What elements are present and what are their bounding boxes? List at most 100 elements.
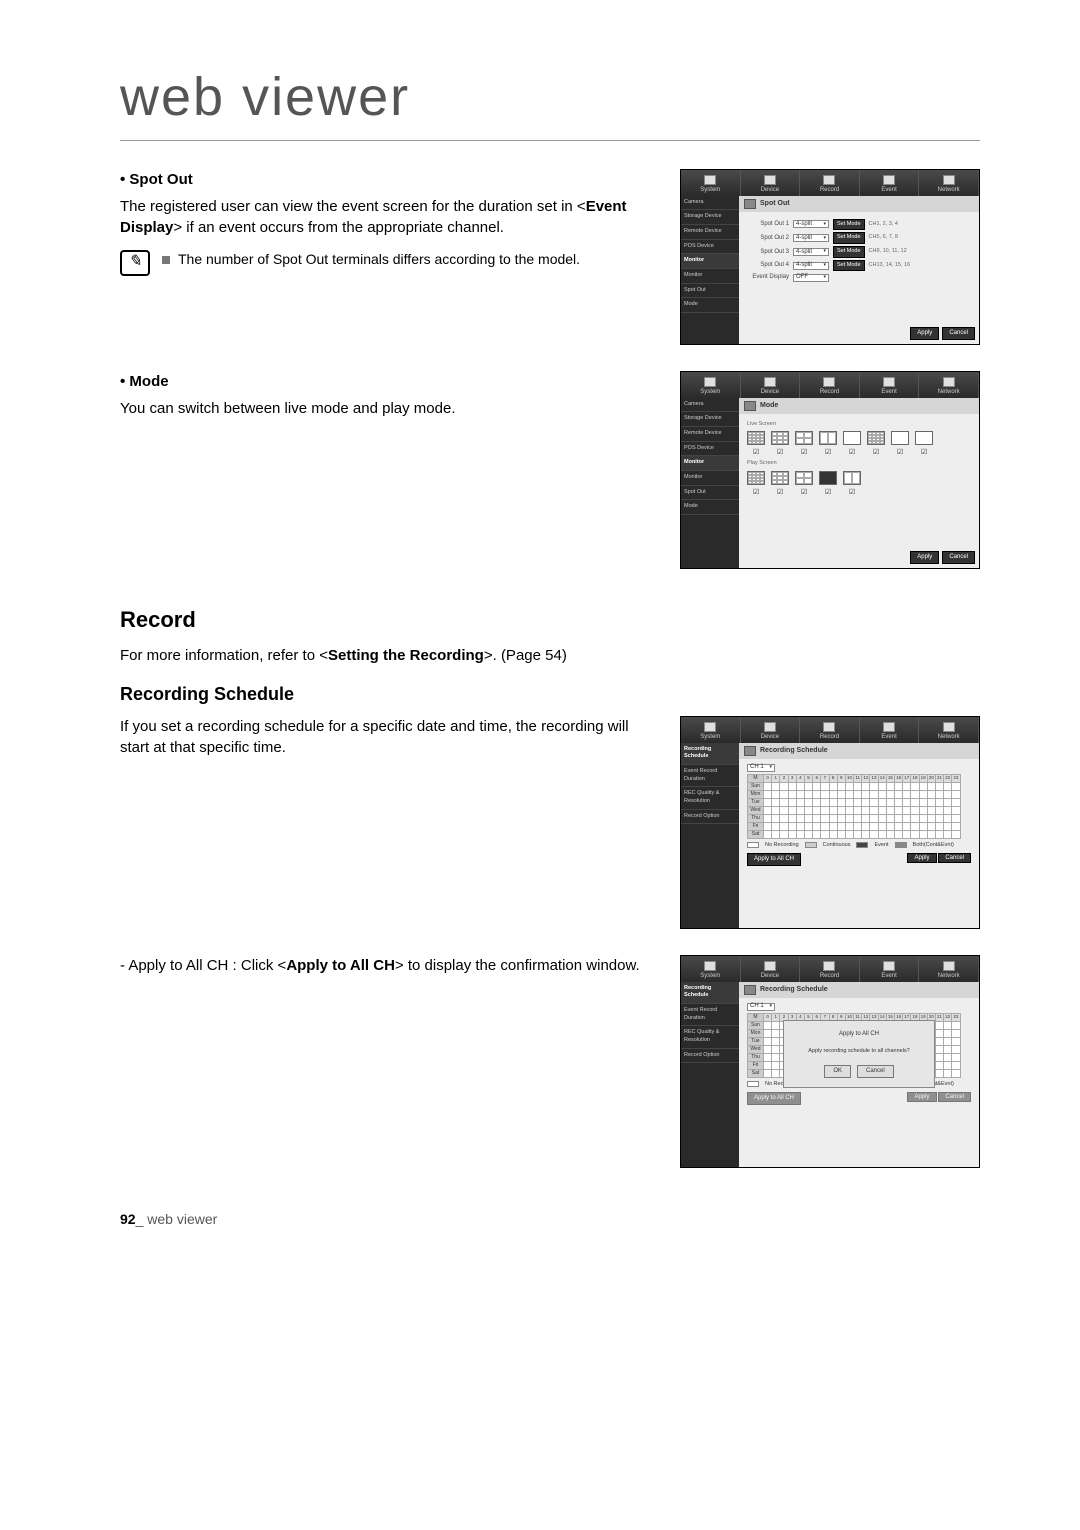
- tab-system[interactable]: System: [681, 372, 741, 398]
- checkbox[interactable]: ☑: [819, 448, 837, 458]
- tab-event[interactable]: Event: [860, 372, 920, 398]
- grid-pip-icon[interactable]: [891, 431, 909, 445]
- tab-event[interactable]: Event: [860, 717, 920, 743]
- select-split[interactable]: 4-split▾: [793, 248, 829, 256]
- sidebar-item-camera[interactable]: Camera: [681, 398, 739, 413]
- grid-2x2-icon[interactable]: [795, 431, 813, 445]
- checkbox[interactable]: ☑: [795, 448, 813, 458]
- sidebar-item-monitor[interactable]: Monitor: [681, 254, 739, 269]
- swatch-event: [856, 842, 868, 848]
- tab-record[interactable]: Record: [800, 372, 860, 398]
- select-split[interactable]: 4-split▾: [793, 234, 829, 242]
- set-mode-button[interactable]: Set Mode: [833, 246, 865, 258]
- checkbox[interactable]: ☑: [915, 448, 933, 458]
- set-mode-button[interactable]: Set Mode: [833, 219, 865, 231]
- sidebar-item-camera[interactable]: Camera: [681, 196, 739, 211]
- tab-network[interactable]: Network: [919, 956, 979, 982]
- tab-bar: System Device Record Event Network: [681, 372, 979, 398]
- tab-network[interactable]: Network: [919, 170, 979, 196]
- sidebar-item-monitor[interactable]: Monitor: [681, 456, 739, 471]
- text: > if an event occurs from the appropriat…: [173, 219, 504, 236]
- sidebar-item-event-duration[interactable]: Event Record Duration: [681, 1004, 739, 1026]
- event-icon: [883, 961, 895, 971]
- channel-selector: CH 1▾: [747, 764, 971, 772]
- tab-event[interactable]: Event: [860, 956, 920, 982]
- sidebar-item-record-option[interactable]: Record Option: [681, 1049, 739, 1064]
- grid-1-icon[interactable]: [843, 431, 861, 445]
- tab-record[interactable]: Record: [800, 956, 860, 982]
- checkbox[interactable]: ☑: [747, 448, 765, 458]
- ok-button[interactable]: OK: [824, 1065, 851, 1077]
- tab-record[interactable]: Record: [800, 717, 860, 743]
- channels-text: CH13, 14, 15, 16: [869, 262, 911, 270]
- sidebar-item-pos[interactable]: POS Device: [681, 442, 739, 457]
- checkbox[interactable]: ☑: [843, 488, 861, 498]
- tab-device[interactable]: Device: [741, 372, 801, 398]
- sidebar-item-storage[interactable]: Storage Device: [681, 412, 739, 427]
- sidebar-item-quality[interactable]: REC Quality & Resolution: [681, 787, 739, 809]
- cancel-button[interactable]: Cancel: [942, 551, 975, 563]
- tab-system[interactable]: System: [681, 956, 741, 982]
- apply-button[interactable]: Apply: [910, 551, 939, 563]
- dialog-message: Apply recording schedule to all channels…: [808, 1048, 910, 1056]
- checkbox[interactable]: ☑: [747, 488, 765, 498]
- grid-1-icon[interactable]: [819, 471, 837, 485]
- sidebar-item-spotout[interactable]: Spot Out: [681, 284, 739, 299]
- grid-seq-icon[interactable]: [915, 431, 933, 445]
- tab-event[interactable]: Event: [860, 170, 920, 196]
- sidebar: Recording Schedule Event Record Duration…: [681, 743, 739, 928]
- grid-mix-icon[interactable]: [867, 431, 885, 445]
- sidebar-item-mode[interactable]: Mode: [681, 500, 739, 515]
- select-event-display[interactable]: OFF▾: [793, 274, 829, 282]
- cancel-button[interactable]: Cancel: [857, 1065, 894, 1077]
- grid-1x2-icon[interactable]: [819, 431, 837, 445]
- checkbox[interactable]: ☑: [867, 448, 885, 458]
- grid-2x2-icon[interactable]: [795, 471, 813, 485]
- apply-button[interactable]: Apply: [910, 327, 939, 339]
- tab-network[interactable]: Network: [919, 717, 979, 743]
- schedule-grid[interactable]: M01234567891011121314151617181920212223S…: [747, 774, 961, 839]
- checkbox[interactable]: ☑: [771, 488, 789, 498]
- tab-system[interactable]: System: [681, 717, 741, 743]
- apply-all-button[interactable]: Apply to All CH: [747, 853, 801, 865]
- cancel-button[interactable]: Cancel: [942, 327, 975, 339]
- sidebar-item-storage[interactable]: Storage Device: [681, 210, 739, 225]
- select-split[interactable]: 4-split▾: [793, 220, 829, 228]
- tab-device[interactable]: Device: [741, 956, 801, 982]
- checkbox[interactable]: ☑: [771, 448, 789, 458]
- select-split[interactable]: 4-split▾: [793, 262, 829, 270]
- tab-system[interactable]: System: [681, 170, 741, 196]
- sidebar-item-quality[interactable]: REC Quality & Resolution: [681, 1026, 739, 1048]
- apply-button[interactable]: Apply: [907, 853, 936, 863]
- sidebar-item-schedule[interactable]: Recording Schedule: [681, 743, 739, 765]
- grid-4x4-icon[interactable]: [747, 471, 765, 485]
- system-icon: [704, 377, 716, 387]
- cancel-button[interactable]: Cancel: [938, 853, 971, 863]
- checkbox[interactable]: ☑: [891, 448, 909, 458]
- grid-1x2-icon[interactable]: [843, 471, 861, 485]
- sidebar-item-pos[interactable]: POS Device: [681, 240, 739, 255]
- sidebar-item-spotout[interactable]: Spot Out: [681, 486, 739, 501]
- checkbox[interactable]: ☑: [795, 488, 813, 498]
- sidebar-item-monitor2[interactable]: Monitor: [681, 471, 739, 486]
- grid-3x3-icon[interactable]: [771, 431, 789, 445]
- grid-4x4-icon[interactable]: [747, 431, 765, 445]
- grid-3x3-icon[interactable]: [771, 471, 789, 485]
- sidebar-item-schedule[interactable]: Recording Schedule: [681, 982, 739, 1004]
- sidebar-item-record-option[interactable]: Record Option: [681, 810, 739, 825]
- sidebar-item-remote[interactable]: Remote Device: [681, 427, 739, 442]
- sidebar-item-event-duration[interactable]: Event Record Duration: [681, 765, 739, 787]
- checkbox[interactable]: ☑: [843, 448, 861, 458]
- channel-select[interactable]: CH 1▾: [747, 764, 775, 772]
- sidebar-item-remote[interactable]: Remote Device: [681, 225, 739, 240]
- checkbox[interactable]: ☑: [819, 488, 837, 498]
- sidebar-item-mode[interactable]: Mode: [681, 298, 739, 313]
- tab-device[interactable]: Device: [741, 170, 801, 196]
- tab-record[interactable]: Record: [800, 170, 860, 196]
- sidebar-item-monitor2[interactable]: Monitor: [681, 269, 739, 284]
- tab-network[interactable]: Network: [919, 372, 979, 398]
- tab-device[interactable]: Device: [741, 717, 801, 743]
- set-mode-button[interactable]: Set Mode: [833, 260, 865, 272]
- set-mode-button[interactable]: Set Mode: [833, 232, 865, 244]
- channel-select[interactable]: CH 1▾: [747, 1003, 775, 1011]
